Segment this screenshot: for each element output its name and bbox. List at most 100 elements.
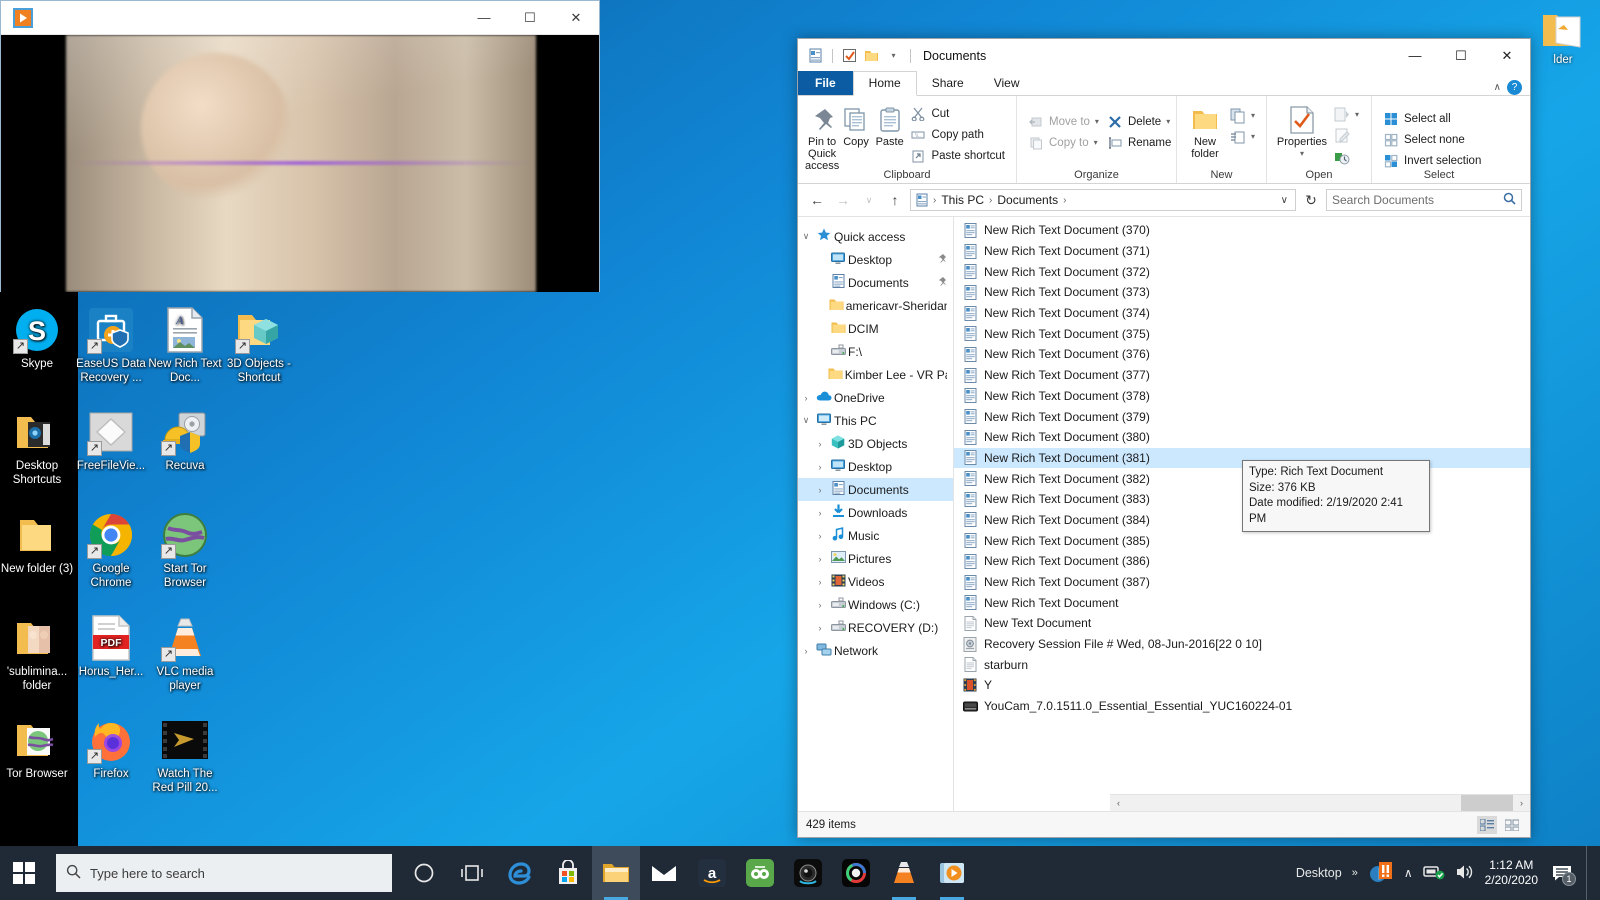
edit-button[interactable] xyxy=(1330,125,1363,146)
chevron-right-icon[interactable]: › xyxy=(798,393,814,403)
media-player-video-surface[interactable] xyxy=(1,35,599,292)
file-row[interactable]: YouCam_7.0.1511.0_Essential_Essential_YU… xyxy=(954,696,1530,717)
file-row[interactable]: New Rich Text Document (380) xyxy=(954,427,1530,448)
nav-item-network[interactable]: › Network xyxy=(798,639,953,662)
volume-icon[interactable] xyxy=(1455,863,1475,884)
move-to-button[interactable]: Move to ▾ xyxy=(1024,111,1103,132)
chevron-down-icon[interactable]: ∨ xyxy=(798,415,814,426)
cortana-button[interactable] xyxy=(400,846,448,900)
file-row[interactable]: New Rich Text Document (372) xyxy=(954,261,1530,282)
media-player-close-button[interactable]: ✕ xyxy=(553,1,599,35)
back-button[interactable]: ← xyxy=(806,189,828,211)
nav-item-windows-c[interactable]: › Windows (C:) xyxy=(798,593,953,616)
file-row[interactable]: New Text Document xyxy=(954,613,1530,634)
nav-item-kimber-lee-vr-pac[interactable]: Kimber Lee - VR Pac xyxy=(798,363,953,386)
chevron-right-icon[interactable]: › xyxy=(812,508,828,518)
file-row[interactable]: New Rich Text Document (378) xyxy=(954,386,1530,407)
tripadvisor-button[interactable] xyxy=(736,846,784,900)
delete-button[interactable]: Delete ▾ xyxy=(1103,111,1175,132)
media-player-window[interactable]: — ☐ ✕ xyxy=(0,0,600,292)
media-player-titlebar[interactable]: — ☐ ✕ xyxy=(1,1,599,35)
select-all-button[interactable]: Select all xyxy=(1379,108,1485,129)
chevron-right-icon[interactable]: › xyxy=(812,462,828,472)
open-button[interactable]: ▾ xyxy=(1330,104,1363,125)
horizontal-scrollbar[interactable]: ‹ › xyxy=(1110,794,1530,811)
nav-item-documents[interactable]: › Documents xyxy=(798,478,953,501)
taskbar-search-input[interactable]: Type here to search xyxy=(90,866,205,881)
desktop-icon-watch-the-red-pill[interactable]: Watch The Red Pill 20... xyxy=(148,716,222,795)
tab-home[interactable]: Home xyxy=(852,71,917,96)
file-row[interactable]: New Rich Text Document (371) xyxy=(954,241,1530,262)
file-row[interactable]: starburn xyxy=(954,654,1530,675)
chevron-down-icon[interactable]: ▾ xyxy=(1251,132,1255,141)
nav-item-this-pc[interactable]: ∨ This PC xyxy=(798,409,953,432)
file-row[interactable]: New Rich Text Document (386) xyxy=(954,551,1530,572)
paste-shortcut-button[interactable]: Paste shortcut xyxy=(906,145,1009,166)
explorer-titlebar[interactable]: ▾ Documents — ☐ ✕ xyxy=(798,39,1530,72)
youcam-button[interactable] xyxy=(832,846,880,900)
file-row[interactable]: New Rich Text Document (370) xyxy=(954,220,1530,241)
start-button[interactable] xyxy=(0,846,48,900)
nav-item-onedrive[interactable]: › OneDrive xyxy=(798,386,953,409)
breadcrumb[interactable]: › This PC › Documents › ∨ xyxy=(910,189,1296,211)
file-row[interactable]: New Rich Text Document (387) xyxy=(954,572,1530,593)
chevron-right-icon[interactable]: › xyxy=(812,485,828,495)
up-button[interactable]: ↑ xyxy=(884,189,906,211)
nav-item-videos[interactable]: › Videos xyxy=(798,570,953,593)
nav-item-documents[interactable]: Documents xyxy=(798,271,953,294)
chevron-down-icon[interactable]: ▾ xyxy=(885,47,902,64)
easy-access-button[interactable]: ▾ xyxy=(1226,126,1259,147)
desktop-icon-skype[interactable]: S ↗ Skype xyxy=(0,306,74,372)
clock[interactable]: 1:12 AM 2/20/2020 xyxy=(1485,858,1538,888)
desktop-icon-vlc[interactable]: ↗ VLC media player xyxy=(148,614,222,693)
media-player-minimize-button[interactable]: — xyxy=(461,1,507,35)
file-row[interactable]: Y xyxy=(954,675,1530,696)
desktop-icon-3d-objects-shortcut[interactable]: ↗ 3D Objects - Shortcut xyxy=(222,306,296,385)
file-row[interactable]: New Rich Text Document (374) xyxy=(954,303,1530,324)
file-list-view[interactable]: New Rich Text Document (370) New Rich Tex… xyxy=(954,217,1530,811)
nav-item-desktop[interactable]: Desktop xyxy=(798,248,953,271)
chevron-right-icon[interactable]: › xyxy=(812,600,828,610)
warning-icon[interactable] xyxy=(1368,860,1394,887)
nav-item-music[interactable]: › Music xyxy=(798,524,953,547)
file-row[interactable]: New Rich Text Document (385) xyxy=(954,530,1530,551)
desktop-icon-firefox[interactable]: ↗ Firefox xyxy=(74,716,148,782)
nav-item-f[interactable]: F:\ xyxy=(798,340,953,363)
invert-selection-button[interactable]: Invert selection xyxy=(1379,150,1485,171)
file-row[interactable]: Recovery Session File # Wed, 08-Jun-2016… xyxy=(954,634,1530,655)
file-explorer-button[interactable] xyxy=(592,846,640,900)
desktop-icon-freefileviewer[interactable]: ↗ FreeFileVie... xyxy=(74,408,148,474)
chevron-right-icon[interactable]: › xyxy=(798,646,814,656)
nav-item-quick-access[interactable]: ∨ Quick access xyxy=(798,225,953,248)
chevron-down-icon[interactable]: ▾ xyxy=(1166,117,1170,126)
search-box[interactable]: Search Documents xyxy=(1326,189,1522,211)
scroll-left-arrow-icon[interactable]: ‹ xyxy=(1110,798,1127,808)
desktop-icon-recuva[interactable]: ↗ Recuva xyxy=(148,408,222,474)
search-input[interactable]: Search Documents xyxy=(1332,193,1434,207)
forward-button[interactable]: → xyxy=(832,189,854,211)
quick-access-toolbar[interactable]: ▾ xyxy=(798,47,914,64)
address-dropdown-icon[interactable]: ∨ xyxy=(1276,195,1293,206)
nav-item-dcim[interactable]: DCIM xyxy=(798,317,953,340)
chevron-right-icon[interactable]: › xyxy=(812,554,828,564)
breadcrumb-documents[interactable]: Documents xyxy=(994,193,1061,207)
network-icon[interactable] xyxy=(1422,863,1445,884)
taskbar-search-box[interactable]: Type here to search xyxy=(56,854,392,892)
chevron-down-icon[interactable]: ∨ xyxy=(798,231,814,242)
chevron-down-icon[interactable]: ▾ xyxy=(1300,148,1304,160)
media-player-button[interactable] xyxy=(928,846,976,900)
desktop-icon-new-folder-3[interactable]: New folder (3) xyxy=(0,511,74,577)
chevron-down-icon[interactable]: ▾ xyxy=(1095,117,1099,126)
tab-view[interactable]: View xyxy=(979,72,1035,95)
history-button[interactable] xyxy=(1330,146,1363,167)
copy-to-button[interactable]: Copy to ▾ xyxy=(1024,132,1103,153)
details-view-button[interactable] xyxy=(1477,815,1497,834)
scroll-right-arrow-icon[interactable]: › xyxy=(1513,798,1530,808)
pin-icon[interactable] xyxy=(936,253,947,267)
file-row[interactable]: New Rich Text Document (373) xyxy=(954,282,1530,303)
chevron-down-icon[interactable]: ▾ xyxy=(1094,138,1098,147)
desktop-icon-right-edge-folder[interactable]: lder xyxy=(1530,8,1596,66)
help-icon[interactable]: ? xyxy=(1507,80,1522,95)
file-row[interactable]: New Rich Text Document (376) xyxy=(954,344,1530,365)
file-explorer-window[interactable]: ▾ Documents — ☐ ✕ File Home Share View ∧… xyxy=(797,38,1531,838)
